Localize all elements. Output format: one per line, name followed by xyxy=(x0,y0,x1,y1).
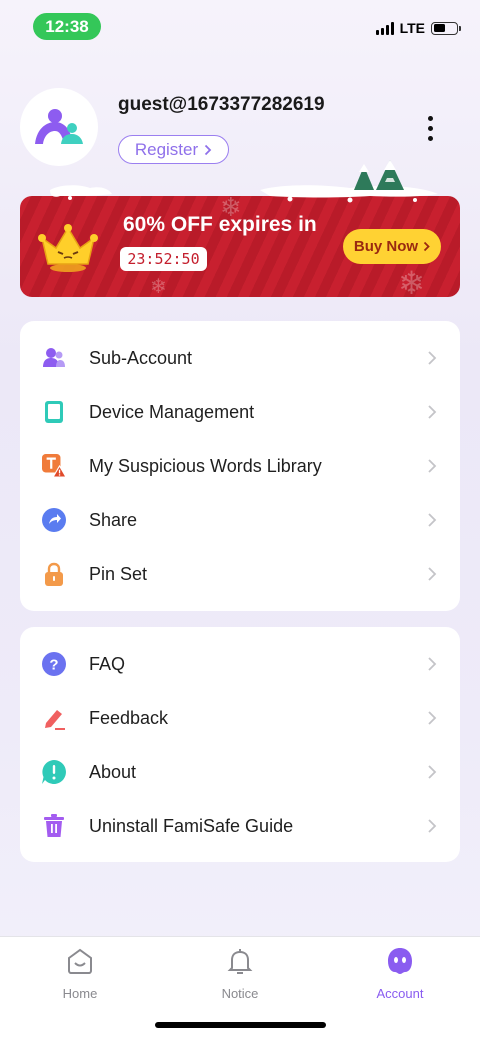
christmas-trees-icon xyxy=(354,160,404,190)
snowflake-icon: ❄ xyxy=(150,276,167,298)
lock-icon xyxy=(42,562,66,586)
trash-icon xyxy=(42,814,66,838)
menu-item-faq[interactable]: ? FAQ xyxy=(20,637,460,691)
buy-now-label: Buy Now xyxy=(353,238,419,255)
menu-item-sub-account[interactable]: Sub-Account xyxy=(20,331,460,385)
register-label: Register xyxy=(134,139,199,159)
more-vertical-icon[interactable] xyxy=(420,112,440,142)
chevron-right-icon xyxy=(428,459,437,473)
share-icon xyxy=(42,508,66,532)
family-logo-icon xyxy=(35,109,83,144)
menu-label: My Suspicious Words Library xyxy=(89,455,322,476)
chevron-right-icon xyxy=(428,819,437,833)
settings-card-primary: Sub-Account Device Management My Suspici… xyxy=(20,321,460,611)
tab-notice[interactable]: Notice xyxy=(190,945,290,1001)
bell-icon xyxy=(224,945,256,977)
chevron-right-icon xyxy=(428,567,437,581)
menu-label: Uninstall FamiSafe Guide xyxy=(89,815,294,836)
tab-label: Account xyxy=(376,986,424,1001)
settings-card-support: ? FAQ Feedback About Uninstall FamiSafe … xyxy=(20,627,460,862)
menu-item-about[interactable]: About xyxy=(20,745,460,799)
menu-label: Share xyxy=(89,509,138,530)
chevron-right-icon xyxy=(423,241,430,252)
chevron-right-icon xyxy=(428,405,437,419)
avatar[interactable] xyxy=(20,88,98,166)
menu-item-pin-set[interactable]: Pin Set xyxy=(20,547,460,601)
home-indicator xyxy=(155,1022,326,1028)
home-icon xyxy=(64,945,96,977)
menu-item-feedback[interactable]: Feedback xyxy=(20,691,460,745)
question-icon: ? xyxy=(42,652,66,676)
menu-item-share[interactable]: Share xyxy=(20,493,460,547)
menu-item-device-management[interactable]: Device Management xyxy=(20,385,460,439)
status-indicators: LTE xyxy=(375,20,461,36)
users-icon xyxy=(42,346,66,370)
register-button[interactable]: Register xyxy=(118,135,229,164)
crown-icon xyxy=(38,224,98,272)
menu-label: FAQ xyxy=(89,653,126,674)
text-warning-icon xyxy=(42,454,66,478)
snowflake-icon: ❄ xyxy=(398,265,425,301)
menu-item-suspicious-words[interactable]: My Suspicious Words Library xyxy=(20,439,460,493)
username: guest@1673377282619 xyxy=(118,94,325,115)
tablet-icon xyxy=(42,400,66,424)
tab-home[interactable]: Home xyxy=(30,945,130,1001)
pen-icon xyxy=(42,706,66,730)
network-label: LTE xyxy=(399,20,425,36)
chevron-right-icon xyxy=(428,765,437,779)
chevron-right-icon xyxy=(428,711,437,725)
svg-text:?: ? xyxy=(49,657,58,674)
chevron-right-icon xyxy=(428,513,437,527)
menu-label: Sub-Account xyxy=(89,347,193,368)
menu-item-uninstall-guide[interactable]: Uninstall FamiSafe Guide xyxy=(20,799,460,853)
battery-icon xyxy=(431,21,461,35)
signal-icon xyxy=(375,21,394,35)
chevron-right-icon xyxy=(428,657,437,671)
tab-label: Notice xyxy=(221,986,259,1001)
tab-label: Home xyxy=(62,986,98,1001)
buy-now-button[interactable]: Buy Now xyxy=(343,229,441,264)
tab-account[interactable]: Account xyxy=(350,945,450,1001)
menu-label: Pin Set xyxy=(89,563,148,584)
menu-label: Feedback xyxy=(89,707,169,728)
chevron-right-icon xyxy=(428,351,437,365)
account-ghost-icon xyxy=(384,945,416,977)
status-bar: 12:38 LTE xyxy=(0,0,480,54)
menu-label: Device Management xyxy=(89,401,255,422)
info-icon xyxy=(42,760,66,784)
promo-headline: 60% OFF expires in xyxy=(123,213,317,236)
chevron-right-icon xyxy=(205,144,212,155)
menu-label: About xyxy=(89,761,137,782)
status-time: 12:38 xyxy=(33,13,101,40)
countdown-timer: 23:52:50 xyxy=(120,247,207,271)
